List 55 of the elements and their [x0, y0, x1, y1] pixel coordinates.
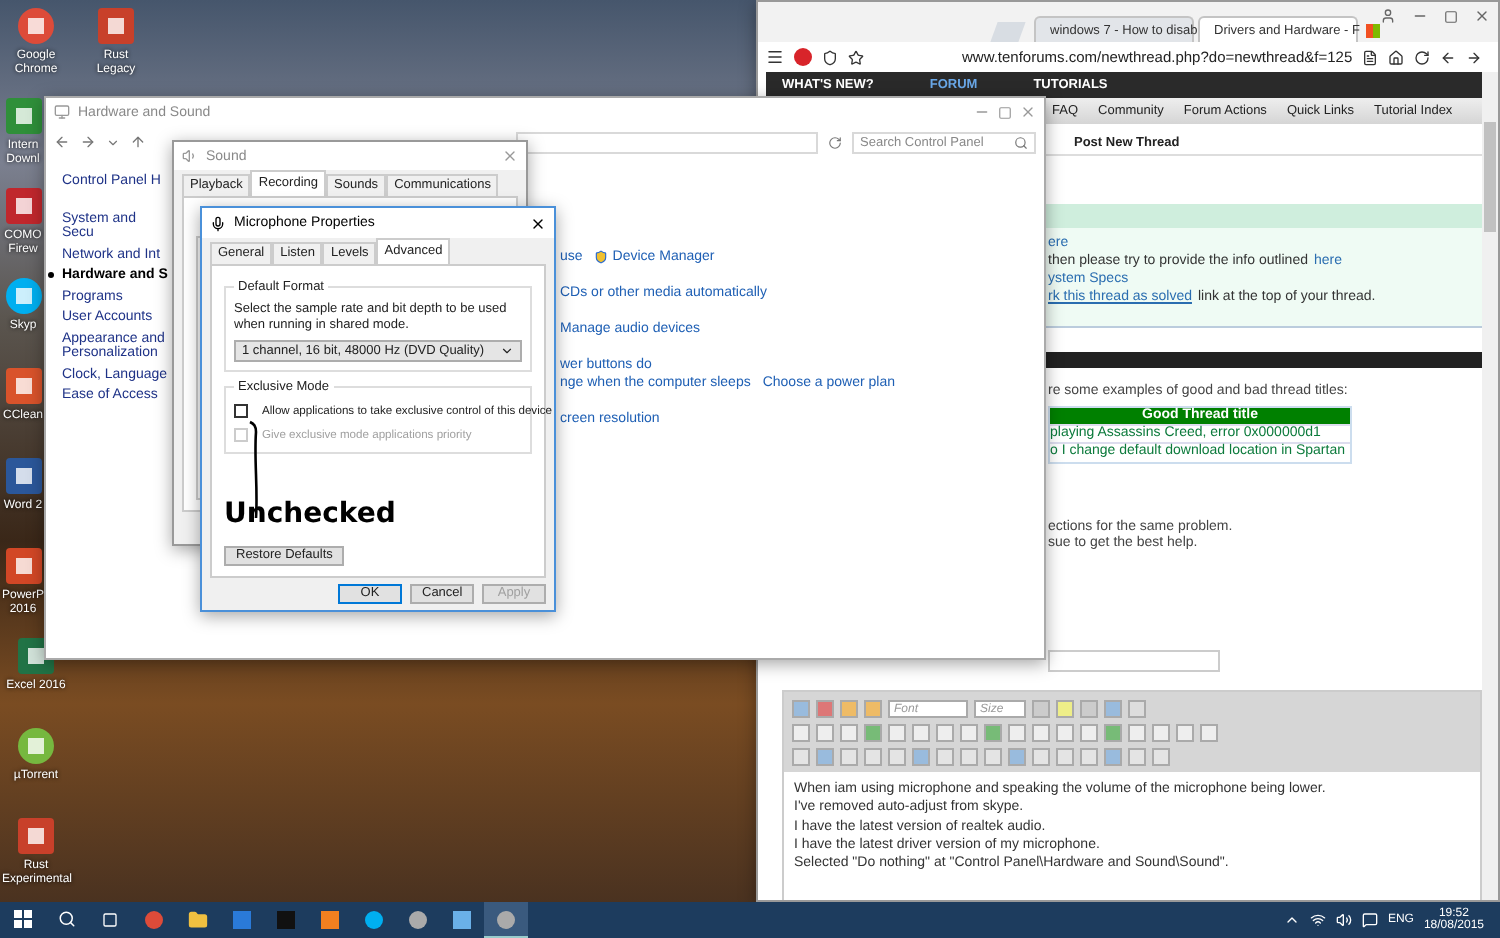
- refresh-icon[interactable]: [828, 135, 842, 149]
- microphone-icon: [210, 215, 226, 231]
- caret-icon: [500, 344, 514, 358]
- reload-icon[interactable]: [1414, 49, 1431, 65]
- app-icon: [408, 909, 428, 929]
- app-icon: [452, 909, 472, 929]
- search-icon[interactable]: [57, 910, 75, 928]
- taskbar-app[interactable]: [484, 902, 528, 938]
- app-icon[interactable]: [16, 726, 56, 766]
- annotation-label: Unchecked: [224, 498, 396, 530]
- shield-icon: [594, 250, 609, 264]
- task-view-icon[interactable]: [102, 911, 118, 927]
- shield-icon[interactable]: [822, 49, 838, 65]
- user-icon[interactable]: [1380, 8, 1396, 24]
- caret-icon[interactable]: [106, 135, 120, 149]
- app-icon: [320, 909, 340, 929]
- new-tab-button[interactable]: [990, 22, 1026, 42]
- app-icon[interactable]: [96, 6, 136, 46]
- back-icon[interactable]: [1440, 49, 1457, 65]
- notification-icon[interactable]: [1361, 912, 1378, 928]
- search-icon: [1014, 135, 1028, 149]
- app-icon[interactable]: [3, 276, 43, 316]
- app-icon: [276, 909, 296, 929]
- network-icon[interactable]: [1309, 912, 1326, 928]
- menu-icon[interactable]: [766, 48, 784, 66]
- input-field[interactable]: [1048, 649, 1220, 671]
- app-icon[interactable]: [16, 6, 56, 46]
- maximize-icon[interactable]: [1444, 9, 1458, 23]
- app-icon[interactable]: [3, 546, 43, 586]
- bullet-icon: [48, 272, 54, 278]
- forward-icon[interactable]: [1466, 49, 1483, 65]
- app-icon[interactable]: [3, 186, 43, 226]
- star-icon[interactable]: [848, 49, 864, 65]
- app-icon: [232, 909, 252, 929]
- app-icon: [364, 909, 384, 929]
- volume-icon[interactable]: [1335, 912, 1352, 928]
- address-field[interactable]: [516, 131, 818, 153]
- checkbox[interactable]: [234, 404, 248, 418]
- app-icon: [496, 909, 516, 929]
- home-icon[interactable]: [1388, 49, 1405, 65]
- favicon-icon: [1365, 23, 1380, 37]
- scrollbar[interactable]: [1482, 72, 1498, 900]
- windows-logo-icon: [13, 910, 31, 928]
- window-icon: [54, 104, 70, 120]
- page-icon[interactable]: [1362, 49, 1379, 65]
- app-icon[interactable]: [3, 366, 43, 406]
- chevron-up-icon[interactable]: [1283, 912, 1300, 928]
- maximize-icon[interactable]: [998, 105, 1012, 119]
- up-icon[interactable]: [130, 134, 146, 150]
- app-icon[interactable]: [16, 816, 56, 856]
- app-icon[interactable]: [3, 456, 43, 496]
- app-icon: [144, 909, 164, 929]
- folder-icon: [188, 909, 208, 929]
- close-icon[interactable]: [530, 215, 546, 231]
- speaker-icon: [182, 148, 198, 164]
